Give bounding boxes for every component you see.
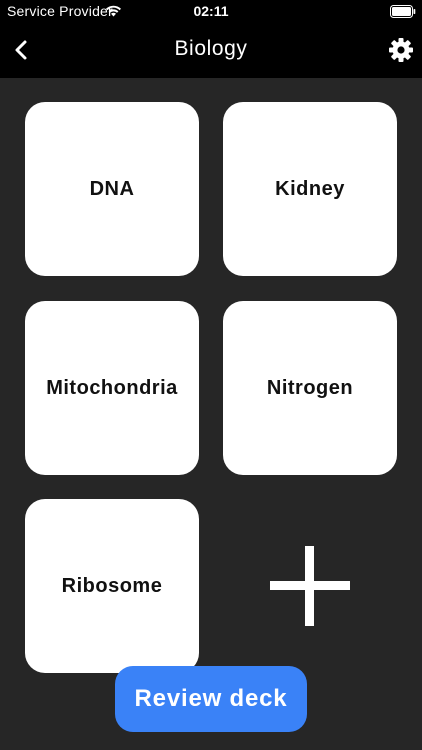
flashcard-dna[interactable]: DNA xyxy=(25,102,199,276)
status-bar: Service Provider 02:11 xyxy=(0,0,422,24)
app-screen: Service Provider 02:11 Biology DNA Kidne… xyxy=(0,0,422,750)
page-title: Biology xyxy=(174,37,248,60)
flashcard-nitrogen[interactable]: Nitrogen xyxy=(223,301,397,475)
review-deck-label: Review deck xyxy=(134,685,288,712)
gear-icon[interactable] xyxy=(388,37,414,63)
card-label: Ribosome xyxy=(61,574,163,597)
review-deck-button[interactable]: Review deck xyxy=(115,666,307,732)
status-time: 02:11 xyxy=(193,3,229,19)
flashcard-mitochondria[interactable]: Mitochondria xyxy=(25,301,199,475)
card-label: Nitrogen xyxy=(266,376,354,399)
battery-icon xyxy=(390,5,416,18)
flashcard-ribosome[interactable]: Ribosome xyxy=(25,499,199,673)
card-label: Kidney xyxy=(275,177,345,200)
plus-icon-vertical-bar xyxy=(305,546,314,626)
card-label: Mitochondria xyxy=(46,376,178,399)
flashcard-kidney[interactable]: Kidney xyxy=(223,102,397,276)
card-label: DNA xyxy=(89,177,135,200)
add-card-button[interactable] xyxy=(264,540,356,632)
navigation-bar: Biology xyxy=(0,24,422,78)
